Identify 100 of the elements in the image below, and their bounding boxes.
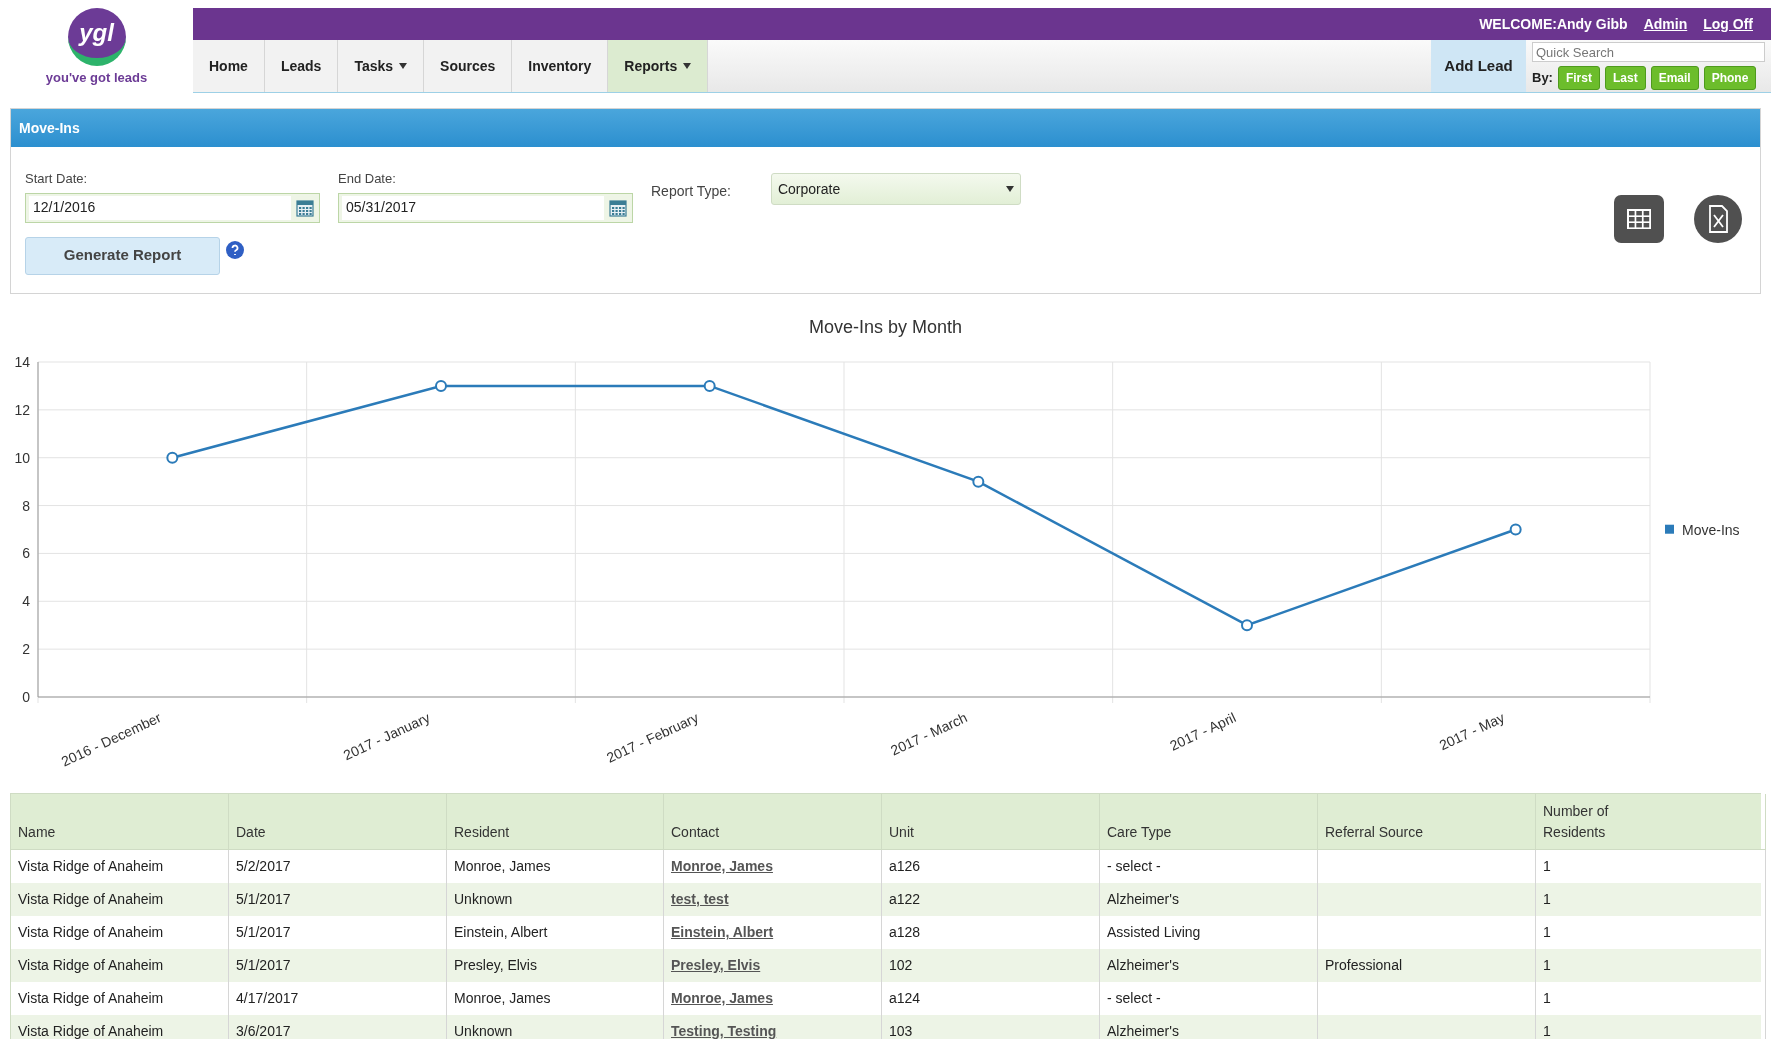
calendar-icon[interactable] xyxy=(609,198,627,217)
table-cell-text: 5/1/2017 xyxy=(236,923,291,942)
field-label: End Date: xyxy=(338,170,397,188)
welcome-text: WELCOME:Andy Gibb xyxy=(1479,14,1628,34)
header-link[interactable]: Log Off xyxy=(1703,13,1753,35)
data-point xyxy=(972,475,985,488)
data-point xyxy=(703,379,716,392)
contact-link[interactable]: Monroe, James xyxy=(671,856,773,877)
column-header: Unit xyxy=(889,823,914,842)
table-cell-text: a126 xyxy=(889,857,921,876)
table-cell-text: 3/6/2017 xyxy=(236,1022,291,1039)
table-cell-text: - select - xyxy=(1107,989,1161,1008)
table-icon[interactable] xyxy=(1614,195,1664,243)
column-header: Resident xyxy=(454,823,510,842)
data-point xyxy=(435,379,447,392)
table-cell-text: 1 xyxy=(1543,1022,1551,1039)
data-point xyxy=(1241,619,1253,632)
table-cell-text: Unknown xyxy=(454,890,513,909)
logo-mark: ygl xyxy=(67,8,126,66)
contact-link[interactable]: test, test xyxy=(671,889,729,910)
data-point xyxy=(1509,523,1522,536)
contact-link[interactable]: Presley, Elvis xyxy=(671,955,761,976)
table-cell-text: Assisted Living xyxy=(1107,923,1201,942)
data-point xyxy=(166,451,179,464)
table-cell-text: Monroe, James xyxy=(454,857,551,876)
y-tick-label: 2 xyxy=(22,641,30,658)
date-field[interactable]: 12/1/2016 xyxy=(25,192,320,223)
table-cell-text: Monroe, James xyxy=(454,989,551,1008)
contact-link[interactable]: Einstein, Albert xyxy=(671,922,774,943)
nav-tab[interactable]: Inventory xyxy=(512,40,609,92)
table-cell-text: Vista Ridge of Anaheim xyxy=(18,989,164,1008)
table-cell-text: Einstein, Albert xyxy=(454,923,548,942)
nav-tab[interactable]: Tasks xyxy=(338,40,425,92)
table-cell-text: Presley, Elvis xyxy=(454,956,537,975)
table-cell-text: Vista Ridge of Anaheim xyxy=(18,956,164,975)
table-cell-text: a128 xyxy=(889,923,921,942)
logo-tagline: you've got leads xyxy=(45,69,148,87)
table-cell-text: 1 xyxy=(1543,923,1551,942)
table-cell-text: 1 xyxy=(1543,890,1551,909)
chart-title: Move-Ins by Month xyxy=(808,316,963,339)
table-cell-text: Vista Ridge of Anaheim xyxy=(18,1022,164,1039)
report-type-select[interactable]: Corporate xyxy=(770,173,1021,205)
table-cell-text: Alzheimer's xyxy=(1107,1022,1179,1039)
y-tick-label: 8 xyxy=(22,497,30,514)
table-cell-text: Alzheimer's xyxy=(1107,956,1179,975)
spreadsheet-file-icon[interactable] xyxy=(1694,195,1742,243)
table-cell-text: Unknown xyxy=(454,1022,513,1039)
nav-tab[interactable]: Home xyxy=(193,40,265,92)
field-label: Report Type: xyxy=(651,182,731,201)
table-cell-text: 4/17/2017 xyxy=(236,989,299,1008)
table-cell-text: 5/1/2017 xyxy=(236,890,291,909)
column-header: Referral Source xyxy=(1325,823,1424,842)
legend-label: Move-Ins xyxy=(1682,521,1740,538)
calendar-icon[interactable] xyxy=(296,198,314,217)
nav-tab[interactable]: Sources xyxy=(424,40,513,92)
add-lead-button[interactable]: Add Lead xyxy=(1431,40,1526,92)
panel-title: Move-Ins xyxy=(19,118,80,138)
table-cell-text: Professional xyxy=(1325,956,1403,975)
column-header: Contact xyxy=(671,823,720,842)
y-tick-label: 4 xyxy=(22,593,30,610)
nav-tab[interactable]: Leads xyxy=(264,40,339,92)
x-tick-label: 2017 - May xyxy=(1436,709,1507,754)
header-link[interactable]: Admin xyxy=(1643,13,1688,35)
table-cell-text: Alzheimer's xyxy=(1107,890,1179,909)
field-label: Start Date: xyxy=(25,170,89,188)
search-by-label: By: xyxy=(1532,69,1553,88)
table-cell-text: Vista Ridge of Anaheim xyxy=(18,857,164,876)
table-cell-text: 5/1/2017 xyxy=(236,956,291,975)
y-tick-label: 10 xyxy=(14,449,30,466)
column-header: Number of Residents xyxy=(1543,802,1610,842)
y-tick-label: 14 xyxy=(14,354,30,370)
table-cell-text: - select - xyxy=(1107,857,1161,876)
column-header: Name xyxy=(18,823,56,842)
x-tick-label: 2017 - March xyxy=(888,709,970,759)
table-cell-text: 103 xyxy=(889,1022,913,1039)
nav-tab[interactable]: Reports xyxy=(608,40,709,92)
table-cell-text: 5/2/2017 xyxy=(236,857,291,876)
column-header: Date xyxy=(236,823,266,842)
table-cell-text: Vista Ridge of Anaheim xyxy=(18,923,164,942)
y-tick-label: 0 xyxy=(22,689,30,705)
y-tick-label: 12 xyxy=(14,401,30,418)
x-tick-label: 2017 - April xyxy=(1167,709,1239,754)
contact-link[interactable]: Monroe, James xyxy=(671,988,773,1009)
generate-report-button[interactable]: Generate Report xyxy=(25,236,220,275)
date-field[interactable]: 05/31/2017 xyxy=(338,192,633,223)
table-cell-text: a124 xyxy=(889,989,921,1008)
table-cell-text: 102 xyxy=(889,956,913,975)
table-cell-text: 1 xyxy=(1543,857,1551,876)
caret-icon xyxy=(1005,186,1014,192)
table-cell-text: 1 xyxy=(1543,956,1551,975)
caret-icon xyxy=(683,63,692,69)
help-icon[interactable] xyxy=(226,240,244,259)
table-cell-text: Vista Ridge of Anaheim xyxy=(18,890,164,909)
column-header: Care Type xyxy=(1107,823,1172,842)
contact-link[interactable]: Testing, Testing xyxy=(671,1021,777,1039)
table-cell-text: 1 xyxy=(1543,989,1551,1008)
caret-icon xyxy=(399,63,408,69)
table-cell-text: a122 xyxy=(889,890,921,909)
quick-search-field[interactable]: Quick Search xyxy=(1532,42,1765,62)
y-tick-label: 6 xyxy=(22,545,30,562)
